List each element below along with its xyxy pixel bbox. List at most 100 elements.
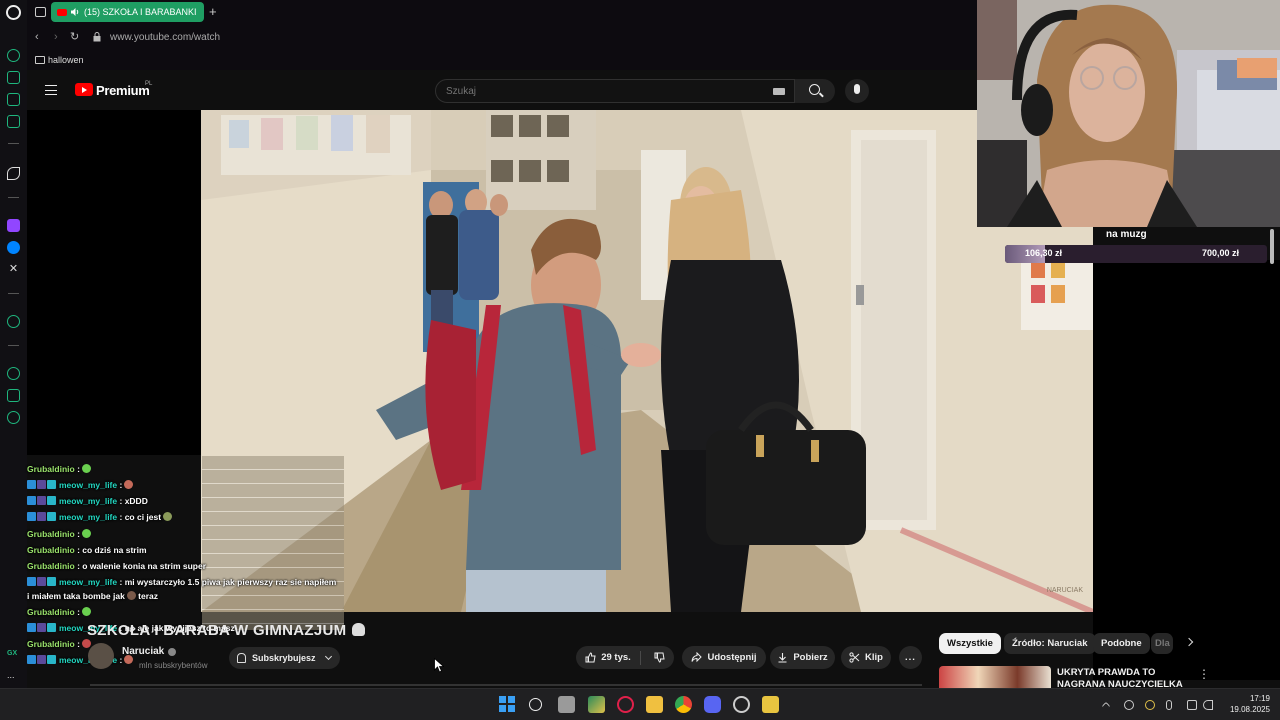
- chat-message: Grubaldinio :: [27, 607, 91, 618]
- sidebar-divider: [8, 197, 19, 198]
- search-icon[interactable]: [529, 698, 542, 711]
- speaker-icon[interactable]: [71, 8, 80, 16]
- keyboard-icon[interactable]: [773, 88, 785, 95]
- chat-username: meow_my_life: [59, 512, 118, 522]
- voice-search-button[interactable]: [845, 79, 869, 103]
- menu-hamburger-icon[interactable]: [45, 85, 57, 95]
- forward-icon[interactable]: ›: [54, 31, 58, 43]
- back-icon[interactable]: ‹: [35, 31, 39, 43]
- extensions-icon[interactable]: [7, 389, 20, 402]
- like-button[interactable]: 29 tys.: [585, 650, 641, 665]
- page-scrollbar[interactable]: [1270, 229, 1274, 264]
- webcam-frame: [977, 0, 1280, 227]
- subscribed-button[interactable]: Subskrybujesz: [229, 647, 340, 669]
- settings-gear-icon[interactable]: [7, 411, 20, 424]
- more-actions-button[interactable]: ...: [899, 646, 922, 669]
- thumbs-down-icon: [654, 652, 665, 663]
- chat-message: meow_my_life : mi wystarczyło 1.5 piwa j…: [27, 577, 336, 589]
- chat-text: :: [119, 480, 123, 490]
- streamer-webcam: [977, 0, 1280, 227]
- refresh-icon[interactable]: [7, 49, 20, 62]
- app-store-icon[interactable]: [588, 696, 605, 713]
- clip-button[interactable]: Klip: [841, 646, 891, 669]
- tab-islands-icon[interactable]: [35, 7, 46, 17]
- chat-username: meow_my_life: [59, 577, 118, 587]
- chrome-icon[interactable]: [675, 696, 692, 713]
- url-field[interactable]: www.youtube.com/watch: [110, 32, 220, 43]
- new-tab-plus-icon[interactable]: +: [209, 4, 217, 19]
- recommended-video-menu-icon[interactable]: ⋮: [1198, 668, 1210, 680]
- obs-icon[interactable]: [733, 696, 750, 713]
- more-dots-icon[interactable]: ...: [7, 671, 20, 685]
- youtube-logo-icon[interactable]: [75, 83, 93, 96]
- chat-text: :: [77, 639, 80, 649]
- chat-text: i miałem taka bombe jak: [27, 591, 125, 601]
- twitch-icon[interactable]: [7, 219, 20, 232]
- discord-icon[interactable]: [704, 696, 721, 713]
- chip-all[interactable]: Wszystkie: [939, 633, 1001, 654]
- video-title: SZKOŁA I BARABA W GIMNAZJUM: [87, 622, 366, 639]
- reload-icon[interactable]: ↻: [70, 31, 79, 43]
- region-label: PL: [145, 81, 153, 87]
- chevron-right-icon[interactable]: [1184, 637, 1194, 647]
- chat-text: :: [77, 464, 80, 474]
- chat-emote-icon: [126, 591, 136, 600]
- chat-emote-icon: [81, 607, 91, 616]
- chip-similar[interactable]: Podobne: [1093, 633, 1150, 654]
- chat-message: meow_my_life :: [27, 480, 134, 492]
- x-icon[interactable]: ✕: [7, 263, 20, 276]
- chat-badge-icon: [27, 512, 36, 521]
- opera-gx-icon[interactable]: [617, 696, 634, 713]
- clock-time[interactable]: 17:19: [1240, 694, 1270, 703]
- notes-app-icon[interactable]: [762, 696, 779, 713]
- history-icon[interactable]: [7, 367, 20, 380]
- bookmark-hallowen[interactable]: hallowen: [48, 55, 84, 65]
- cloud-icon[interactable]: [1124, 700, 1134, 710]
- clock-date[interactable]: 19.08.2025: [1224, 705, 1270, 714]
- chat-text: : co dziś na strim: [77, 545, 147, 555]
- crypto-wallet-icon[interactable]: [7, 93, 20, 106]
- lock-icon[interactable]: [93, 32, 101, 42]
- tray-chevron-up-icon[interactable]: [1101, 701, 1111, 711]
- player-icon[interactable]: [7, 315, 20, 328]
- recommended-video-thumbnail[interactable]: [939, 666, 1051, 688]
- share-label: Udostępnij: [707, 652, 757, 663]
- share-button[interactable]: Udostępnij: [682, 646, 766, 669]
- chat-emote-icon: [81, 639, 91, 648]
- microphone-tray-icon[interactable]: [1166, 700, 1172, 710]
- task-view-icon[interactable]: [558, 696, 575, 713]
- search-input[interactable]: [435, 79, 795, 103]
- channel-name[interactable]: Naruciak: [122, 646, 164, 657]
- chat-badge-icon: [27, 623, 36, 632]
- share-icon: [691, 652, 703, 663]
- subscribed-label: Subskrybujesz: [252, 653, 316, 663]
- chat-badge-icon: [47, 496, 56, 505]
- aria-icon[interactable]: [7, 71, 20, 84]
- download-button[interactable]: Pobierz: [770, 646, 835, 669]
- channel-avatar[interactable]: [88, 643, 114, 669]
- opera-logo-icon[interactable]: [6, 5, 21, 20]
- search-icon: [809, 84, 820, 95]
- volume-icon[interactable]: [1203, 700, 1213, 710]
- gx-icon[interactable]: GX: [7, 650, 20, 663]
- chat-badges: [27, 655, 57, 667]
- tray-app-icon[interactable]: [1145, 700, 1155, 710]
- file-explorer-icon[interactable]: [646, 696, 663, 713]
- microphone-icon: [854, 84, 860, 94]
- windows-start-icon[interactable]: [499, 696, 516, 713]
- search-button[interactable]: [795, 79, 835, 103]
- right-empty-area: [1093, 260, 1280, 680]
- mail-icon[interactable]: [7, 115, 20, 128]
- address-bar: ‹ › ↻ www.youtube.com/watch: [27, 25, 977, 50]
- dislike-button[interactable]: [646, 652, 665, 663]
- folder-icon: [35, 56, 45, 64]
- arrow-icon[interactable]: [7, 167, 20, 180]
- network-icon[interactable]: [1187, 700, 1197, 710]
- tab-youtube[interactable]: (15) SZKOŁA I BARABANKI: [51, 2, 204, 22]
- chat-emote-icon: [81, 464, 91, 473]
- messenger-icon[interactable]: [7, 241, 20, 254]
- chat-message: meow_my_life : co ci jest: [27, 512, 173, 524]
- chip-source-naruciak[interactable]: Źródło: Naruciak: [1004, 633, 1096, 654]
- chip-for-you[interactable]: Dla: [1151, 633, 1173, 654]
- premium-label[interactable]: Premium: [96, 83, 150, 98]
